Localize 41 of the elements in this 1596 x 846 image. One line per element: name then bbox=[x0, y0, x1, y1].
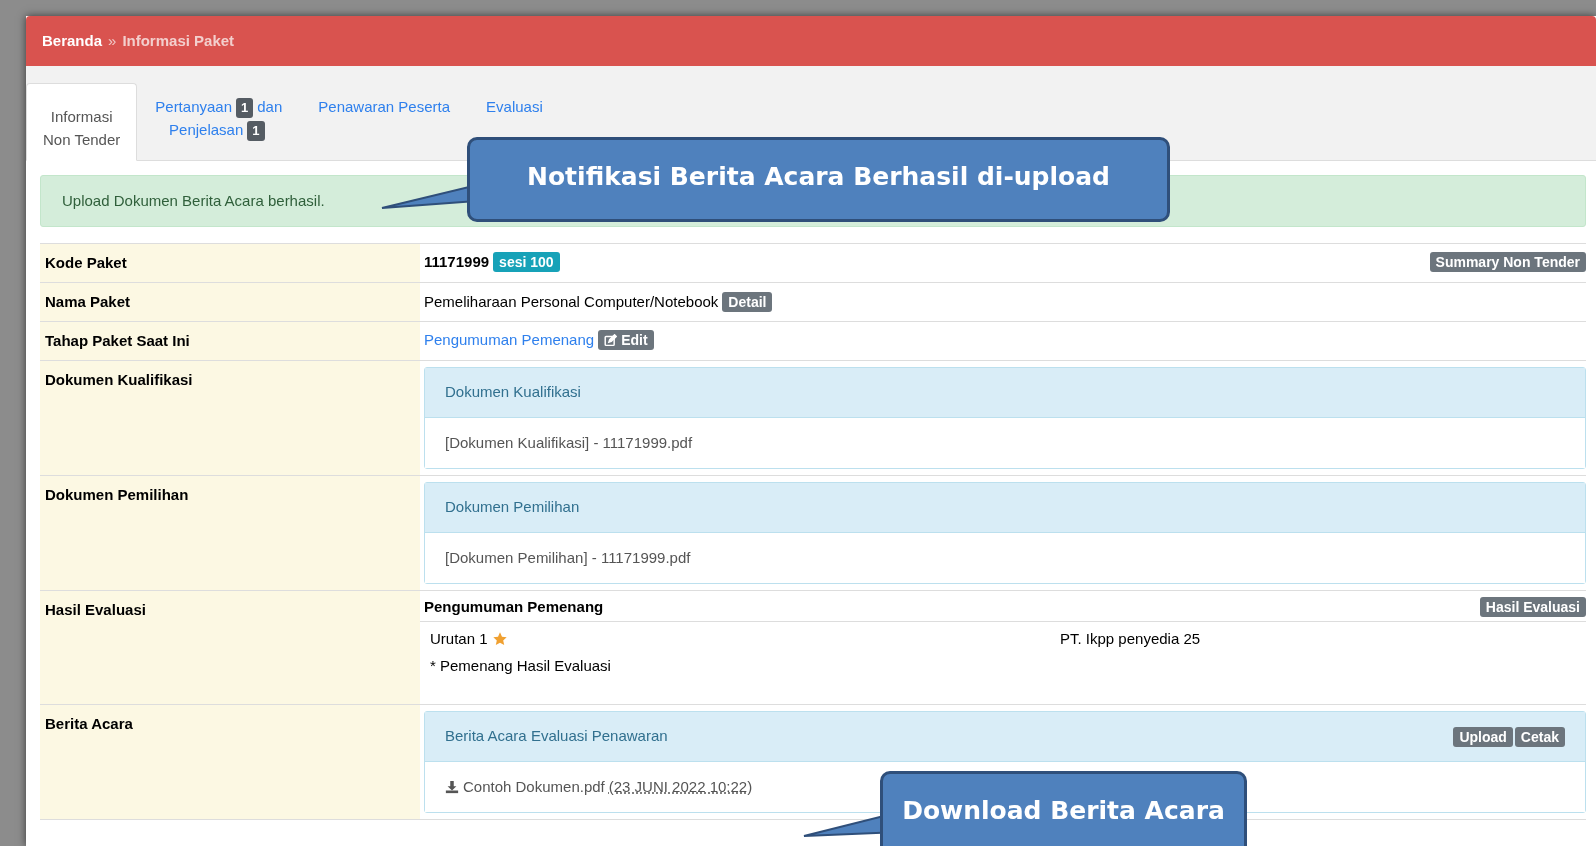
count-badge: 1 bbox=[236, 98, 254, 118]
tab[interactable]: Penawaran Peserta bbox=[300, 83, 469, 118]
panel-action-button[interactable]: Upload bbox=[1453, 726, 1513, 747]
rank-text: Urutan 1 bbox=[430, 628, 488, 649]
summary-button[interactable]: Summary Non Tender bbox=[1429, 252, 1586, 273]
edit-button[interactable]: Edit bbox=[598, 330, 654, 351]
company-name: PT. Ikpp penyedia 25 bbox=[1060, 628, 1201, 649]
panel-title: Dokumen Pemilihan bbox=[445, 497, 580, 518]
breadcrumb-link[interactable]: Beranda bbox=[42, 29, 103, 53]
breadcrumb-link[interactable]: Informasi Paket bbox=[122, 29, 235, 53]
download-icon bbox=[445, 780, 459, 794]
package-name: Pemeliharaan Personal Computer/Notebook bbox=[424, 291, 719, 312]
file-link[interactable]: [Dokumen Kualifikasi] - 11171999.pdf bbox=[445, 431, 693, 455]
field-label: Nama Paket bbox=[45, 293, 131, 310]
file-link[interactable]: Contoh Dokumen.pdf bbox=[463, 775, 605, 799]
tab[interactable]: Informasi Non Tender bbox=[26, 83, 138, 161]
session-badge: sesi 100 bbox=[493, 252, 560, 273]
field-label: Tahap Paket Saat Ini bbox=[45, 332, 190, 349]
field-label: Dokumen Kualifikasi bbox=[45, 371, 193, 388]
field-label: Hasil Evaluasi bbox=[45, 601, 146, 618]
field-label: Dokumen Pemilihan bbox=[45, 486, 189, 503]
stage-link[interactable]: Pengumuman Pemenang bbox=[424, 329, 595, 352]
breadcrumb-separator: » bbox=[108, 30, 117, 51]
tab[interactable]: Evaluasi bbox=[468, 83, 561, 118]
count-badge: 1 bbox=[247, 121, 265, 141]
panel-title: Dokumen Kualifikasi bbox=[445, 382, 581, 403]
panel-title: Berita Acara Evaluasi Penawaran bbox=[445, 726, 668, 747]
section-title: Pengumuman Pemenang bbox=[424, 597, 604, 617]
panel-action-button[interactable]: Cetak bbox=[1514, 726, 1565, 747]
file-link[interactable]: [Dokumen Pemilihan] - 11171999.pdf bbox=[445, 546, 691, 570]
field-label: Kode Paket bbox=[45, 254, 127, 271]
package-code: 11171999 bbox=[424, 252, 490, 272]
callout: Download Berita Acara bbox=[880, 771, 1247, 846]
evaluation-button[interactable]: Hasil Evaluasi bbox=[1479, 597, 1586, 618]
tab[interactable]: Pertanyaan 1 dan Penjelasan 1 bbox=[137, 83, 301, 141]
field-label: Berita Acara bbox=[45, 715, 133, 732]
callout: Notifikasi Berita Acara Berhasil di-upload bbox=[467, 137, 1170, 222]
winner-note: * Pemenang Hasil Evaluasi bbox=[430, 657, 611, 674]
upload-date: (23 JUNI 2022 10:22) bbox=[608, 776, 753, 797]
detail-button[interactable]: Detail bbox=[722, 292, 773, 312]
edit-icon bbox=[604, 333, 618, 347]
